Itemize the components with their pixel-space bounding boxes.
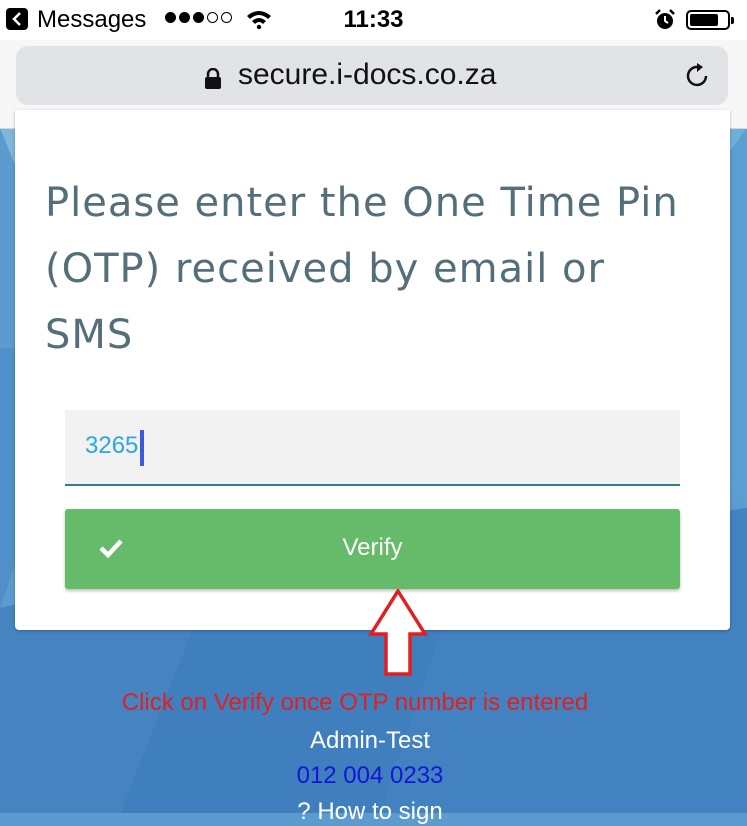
- how-to-sign-link[interactable]: ? How to sign: [0, 798, 740, 826]
- otp-input[interactable]: 3265: [65, 410, 680, 486]
- otp-card: Please enter the One Time Pin (OTP) rece…: [15, 110, 730, 630]
- clock-time: 11:33: [343, 6, 404, 33]
- status-bar: Messages 11:33: [0, 0, 747, 40]
- battery-icon: [686, 10, 734, 30]
- text-cursor: [140, 430, 144, 466]
- verify-button-label[interactable]: Verify: [65, 534, 680, 562]
- up-arrow-annotation-icon: [368, 589, 428, 676]
- lock-icon: [205, 68, 221, 89]
- footer-phone-link[interactable]: 012 004 0233: [0, 762, 740, 790]
- page-title: Please enter the One Time Pin (OTP) rece…: [45, 180, 679, 358]
- url-text[interactable]: secure.i-docs.co.za: [238, 58, 496, 92]
- footer-company-name: Admin-Test: [309, 727, 431, 754]
- alarm-clock-icon: [655, 9, 675, 29]
- address-bar[interactable]: secure.i-docs.co.za: [16, 46, 728, 105]
- otp-input-value[interactable]: 3265: [85, 432, 138, 460]
- verify-button[interactable]: Verify: [65, 509, 680, 589]
- annotation-text: Click on Verify once OTP number is enter…: [121, 689, 589, 716]
- reload-icon[interactable]: [684, 62, 712, 90]
